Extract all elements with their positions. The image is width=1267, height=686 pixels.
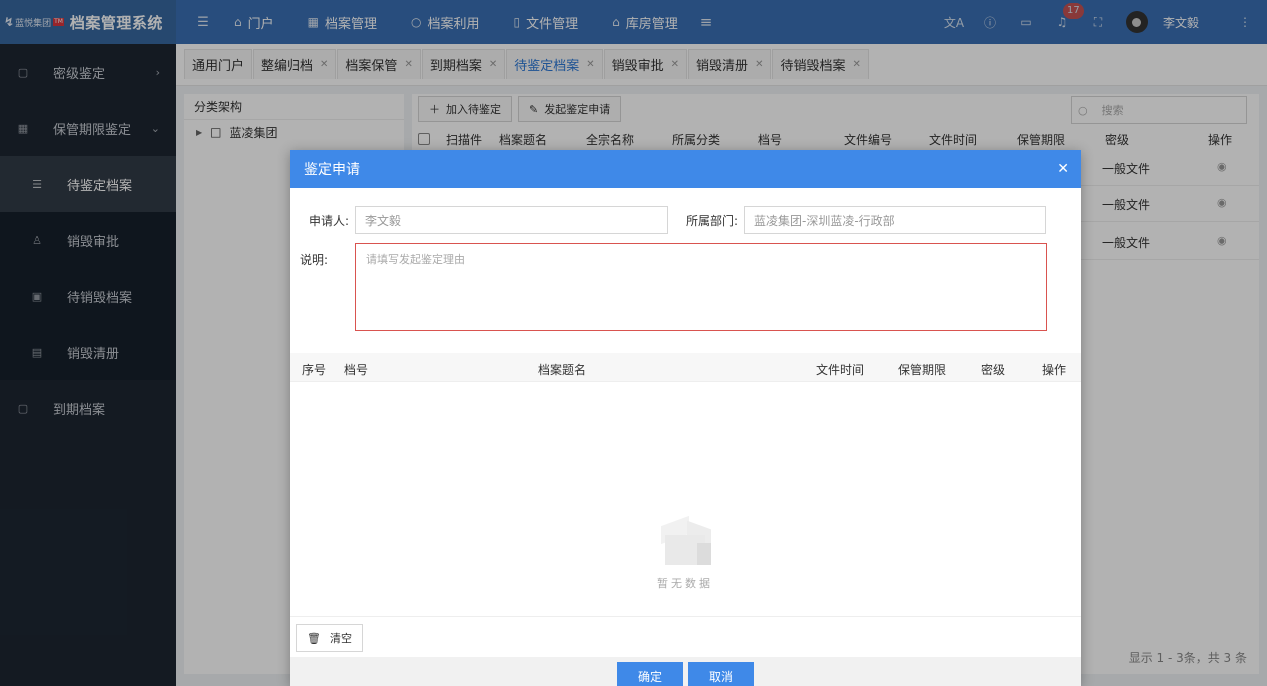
column-header: 保管期限 (898, 363, 947, 377)
empty-text: 暂无数据 (657, 577, 713, 590)
table-header: 序号 档号 档案题名 文件时间 保管期限 密级 操作 (290, 353, 1081, 382)
department-label: 所属部门: (686, 213, 739, 228)
cancel-button[interactable]: 取消 (688, 662, 754, 686)
column-header: 密级 (981, 363, 1006, 377)
dialog-title: 鉴定申请 (304, 162, 360, 178)
column-header: 档号 (344, 363, 369, 377)
dialog-header: 鉴定申请 ✕ (290, 150, 1081, 188)
clear-button[interactable]: 🗑 清空 (296, 624, 363, 652)
column-header: 序号 (302, 363, 327, 377)
close-icon[interactable]: ✕ (1057, 161, 1069, 177)
selected-archives-table: 序号 档号 档案题名 文件时间 保管期限 密级 操作 暂无数据 (290, 353, 1081, 617)
appraisal-request-dialog: 鉴定申请 ✕ 申请人: 李文毅 所属部门: 蓝凌集团-深圳蓝凌-行政部 说明: … (290, 150, 1081, 686)
applicant-label: 申请人: (309, 213, 350, 228)
empty-state: 暂无数据 (630, 513, 740, 591)
column-header: 档案题名 (538, 363, 587, 377)
empty-box-icon (653, 513, 717, 569)
department-row: 所属部门: 蓝凌集团-深圳蓝凌-行政部 (686, 206, 1046, 234)
description-label: 说明: (300, 253, 329, 267)
confirm-button[interactable]: 确定 (617, 662, 683, 686)
dialog-footer: 确定 取消 (290, 657, 1081, 686)
description-textarea[interactable]: 请填写发起鉴定理由 (355, 243, 1047, 331)
trash-icon: 🗑 (307, 631, 321, 645)
column-header: 操作 (1042, 363, 1067, 377)
column-header: 文件时间 (816, 363, 865, 377)
applicant-field[interactable]: 李文毅 (355, 206, 668, 234)
department-field[interactable]: 蓝凌集团-深圳蓝凌-行政部 (744, 206, 1046, 234)
applicant-row: 申请人: 李文毅 (309, 206, 668, 234)
